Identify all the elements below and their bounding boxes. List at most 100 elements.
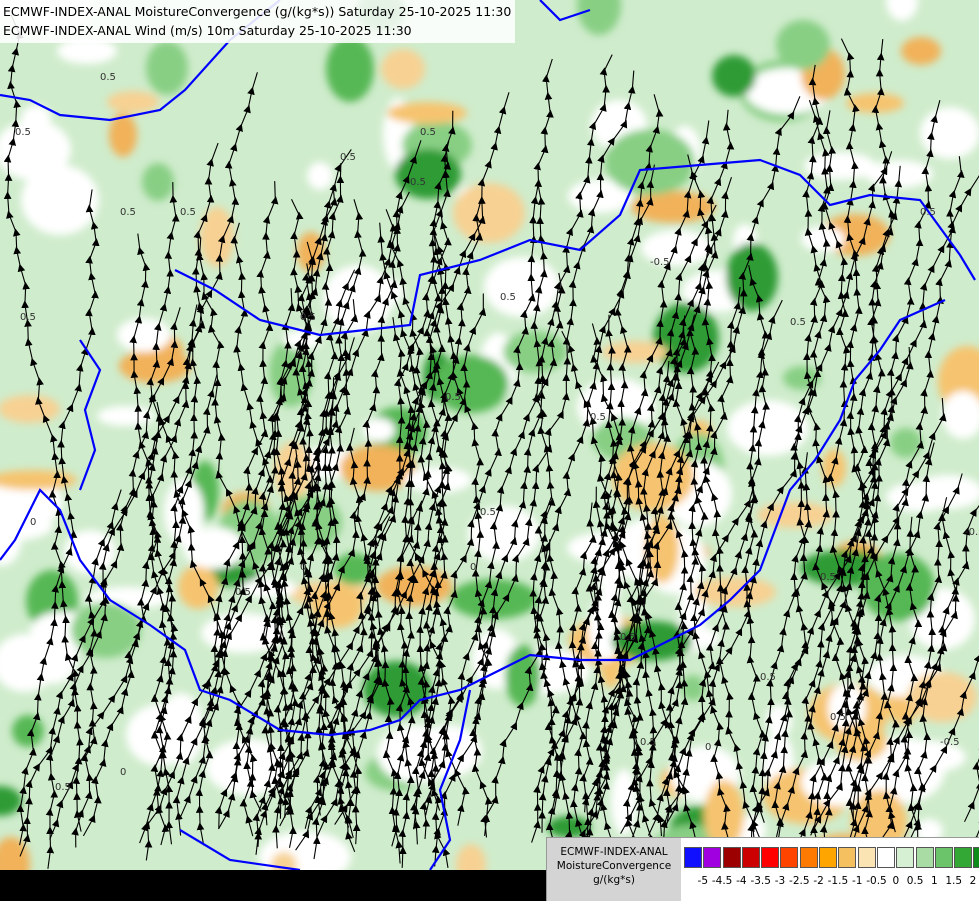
field-blob: [71, 602, 141, 658]
legend-tick-label: 1.5: [945, 875, 962, 887]
contour-label: 0.5: [100, 72, 116, 83]
legend-swatch: [761, 847, 779, 868]
contour-label: 0.5: [760, 672, 776, 683]
field-blob: [776, 20, 830, 70]
legend-swatch: [684, 847, 702, 868]
legend-swatches: [684, 847, 979, 868]
field-blob: [468, 506, 540, 562]
contour-label: 0: [300, 562, 306, 573]
contour-label: 0: [120, 767, 126, 778]
field-blob: [376, 566, 452, 606]
contour-label: 0.5: [590, 412, 606, 423]
field-blob: [907, 672, 977, 722]
contour-label: 0.5: [830, 712, 846, 723]
contour-label: 0.5: [790, 317, 806, 328]
field-blob: [178, 565, 218, 609]
field-blob: [886, 482, 952, 512]
contour-label: -0.5: [650, 257, 670, 268]
contour-label: 0.5: [480, 507, 496, 518]
legend-swatch: [819, 847, 837, 868]
contour-label: 0.5: [500, 292, 516, 303]
contour-label: 0.5: [55, 782, 71, 793]
contour-label: -0.5: [940, 737, 960, 748]
field-blob: [142, 163, 174, 201]
field-blob: [117, 318, 171, 352]
contour-label: 0.5: [180, 207, 196, 218]
title-moisture-convergence: ECMWF-INDEX-ANAL MoistureConvergence (g/…: [3, 2, 511, 21]
field-blob: [119, 349, 191, 383]
field-blob: [0, 395, 60, 423]
legend-swatch: [838, 847, 856, 868]
legend-swatch: [723, 847, 741, 868]
field-blob: [200, 207, 234, 267]
field-blob: [712, 55, 756, 97]
legend-swatch: [877, 847, 895, 868]
field-blob: [107, 91, 159, 113]
field-blob: [588, 595, 622, 661]
field-blob: [645, 515, 679, 583]
legend-tick-label: 1: [931, 875, 938, 887]
contour-label: 0: [705, 742, 711, 753]
legend-swatch: [858, 847, 876, 868]
contour-label: 0.5: [15, 127, 31, 138]
legend-tick-label: -3: [775, 875, 785, 887]
legend-tick-label: -1: [852, 875, 862, 887]
contour-label: 0: [30, 517, 36, 528]
contour-label: 0.5: [340, 152, 356, 163]
contour-label: 0.5: [20, 312, 36, 323]
field-blob: [201, 613, 285, 653]
legend-tick-label: -0.5: [866, 875, 887, 887]
field-blob: [311, 584, 363, 628]
contour-label: 0.5: [410, 177, 426, 188]
legend-tick-label: -1.5: [828, 875, 849, 887]
field-blob: [726, 243, 778, 311]
field-blob: [804, 152, 876, 180]
legend-swatch: [896, 847, 914, 868]
legend-swatch: [935, 847, 953, 868]
legend-swatch: [916, 847, 934, 868]
contour-label: 0.5: [920, 207, 936, 218]
field-blob: [307, 162, 333, 190]
field-blob: [387, 102, 467, 124]
field-blob: [12, 715, 44, 747]
legend-tick-label: 0.5: [907, 875, 924, 887]
field-blob: [920, 107, 979, 159]
legend-tick-label: -3.5: [750, 875, 771, 887]
contour-label: 0.5: [235, 587, 251, 598]
field-blob: [503, 331, 567, 373]
legend-model: ECMWF-INDEX-ANAL: [547, 845, 681, 859]
contour-label: 0.5: [300, 312, 316, 323]
legend-swatch: [954, 847, 972, 868]
field-blob: [901, 37, 941, 65]
title-wind: ECMWF-INDEX-ANAL Wind (m/s) 10m Saturday…: [3, 21, 511, 40]
field-blob: [326, 36, 374, 102]
legend-tick-label: -5: [698, 875, 708, 887]
legend-tick-label: -4.5: [712, 875, 733, 887]
legend-tick-label: 2: [970, 875, 977, 887]
contour-label: 0.5: [820, 572, 836, 583]
legend-title: ECMWF-INDEX-ANAL MoistureConvergence g/(…: [547, 838, 681, 901]
field-blob: [484, 257, 560, 317]
field-blob: [328, 273, 366, 327]
color-legend: ECMWF-INDEX-ANAL MoistureConvergence g/(…: [546, 837, 979, 901]
legend-swatch: [742, 847, 760, 868]
field-blob: [146, 41, 188, 95]
field-blob: [363, 661, 431, 717]
field-blob: [890, 428, 922, 458]
legend-swatch: [703, 847, 721, 868]
legend-tick-label: -2.5: [789, 875, 810, 887]
field-blob: [505, 645, 541, 707]
field-blob: [612, 443, 694, 511]
legend-swatch: [800, 847, 818, 868]
moisture-convergence-map: 0.5 0.5 0.5 0.5 0.5 0.5 0.5 0.5 0.5 0.5 -0.5 0.5 0.5…: [0, 0, 979, 870]
contour-label: 0.5: [640, 737, 656, 748]
contour-label: -0.5: [965, 527, 979, 538]
contour-label: 0.5: [620, 632, 636, 643]
legend-unit: g/(kg*s): [547, 873, 681, 887]
field-blob: [611, 769, 637, 835]
contour-label: 0: [470, 562, 476, 573]
field-blob: [404, 467, 472, 493]
legend-parameter: MoistureConvergence: [547, 859, 681, 873]
field-blob: [381, 49, 425, 89]
legend-swatch: [780, 847, 798, 868]
